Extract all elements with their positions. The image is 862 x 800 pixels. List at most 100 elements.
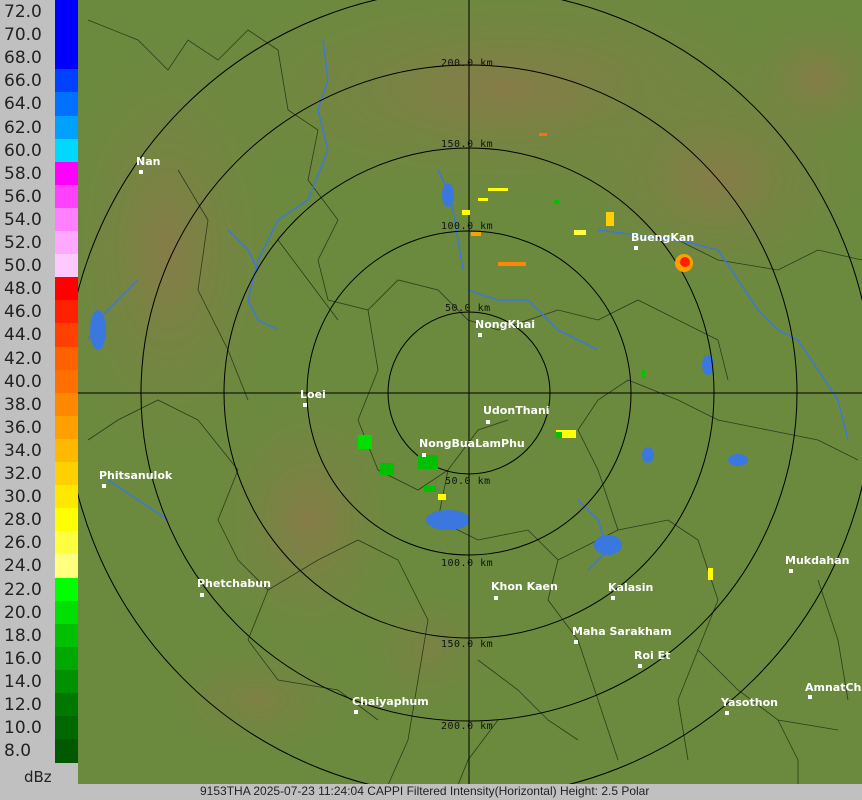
legend-label: 22.0 — [4, 579, 42, 600]
legend-label: 48.0 — [4, 279, 42, 300]
legend-label: 18.0 — [4, 625, 42, 646]
legend-swatch — [55, 92, 78, 116]
city-label: Phetchabun — [197, 577, 271, 590]
city-label: Phitsanulok — [99, 469, 173, 482]
ring-label-200-north: 200.0 km — [441, 58, 493, 69]
legend-swatch — [55, 323, 78, 347]
city-marker — [200, 593, 204, 597]
legend-swatch — [55, 623, 78, 648]
legend-label: 46.0 — [4, 302, 42, 323]
city-label: Roi Et — [634, 649, 670, 662]
legend-swatch — [55, 485, 78, 509]
city-marker — [139, 170, 143, 174]
ring-label-100-north: 100.0 km — [441, 221, 493, 232]
city-marker — [634, 246, 638, 250]
legend-label: 34.0 — [4, 440, 42, 461]
legend-unit: dBz — [24, 768, 52, 786]
legend-label: 50.0 — [4, 256, 42, 277]
city-label: Maha Sarakham — [572, 625, 672, 638]
ring-label-150-north: 150.0 km — [441, 139, 493, 150]
legend-swatch — [55, 392, 78, 417]
legend-label: 14.0 — [4, 671, 42, 692]
legend-label: 20.0 — [4, 602, 42, 623]
legend-swatch — [55, 23, 78, 47]
ring-label-50-south: 50.0 km — [445, 476, 491, 487]
city-label: Kalasin — [608, 581, 653, 594]
city-marker — [422, 453, 426, 457]
legend-swatch — [55, 462, 78, 486]
legend-label: 68.0 — [4, 48, 42, 69]
status-bar: 9153THA 2025-07-23 11:24:04 CAPPI Filter… — [78, 784, 862, 800]
legend-swatch — [55, 438, 78, 463]
city-label: Yasothon — [720, 696, 778, 709]
legend-label: 54.0 — [4, 209, 42, 230]
legend-swatch — [55, 508, 78, 532]
legend-label: 36.0 — [4, 417, 42, 438]
legend-label: 60.0 — [4, 140, 42, 161]
legend-label: 12.0 — [4, 695, 42, 715]
legend-label: 16.0 — [4, 648, 42, 669]
legend-label: 28.0 — [4, 510, 42, 531]
legend-label: 44.0 — [4, 325, 42, 346]
radar-map[interactable]: 50.0 km 100.0 km 150.0 km 200.0 km 50.0 … — [78, 0, 862, 785]
ring-label-100-south: 100.0 km — [441, 558, 493, 569]
legend-swatch — [55, 415, 78, 440]
city-marker — [789, 569, 793, 573]
city-label: Khon Kaen — [491, 580, 558, 593]
radar-map-svg: 50.0 km 100.0 km 150.0 km 200.0 km 50.0 … — [78, 0, 862, 785]
legend-swatch — [55, 554, 78, 578]
legend-swatch — [55, 300, 78, 324]
legend-swatch — [55, 115, 78, 140]
dbz-legend: 72.0 70.0 68.0 66.0 64.0 62.0 60.0 58.0 56.0 54.0… — [0, 0, 78, 800]
city-label: NongBuaLamPhu — [419, 437, 525, 450]
city-label: Nan — [136, 155, 160, 168]
legend-label: 40.0 — [4, 371, 42, 392]
city-label: AmnatCha — [805, 681, 862, 694]
status-text: 9153THA 2025-07-23 11:24:04 CAPPI Filter… — [200, 784, 650, 798]
legend-swatch — [55, 369, 78, 394]
legend-label: 8.0 — [4, 741, 32, 762]
legend-swatch — [55, 46, 78, 70]
legend-swatch — [55, 693, 78, 717]
legend-label: 42.0 — [4, 348, 42, 369]
legend-swatch — [55, 138, 78, 163]
legend-swatch — [55, 0, 78, 24]
legend-label: 70.0 — [4, 25, 42, 46]
legend-label: 10.0 — [4, 718, 42, 739]
legend-label: 30.0 — [4, 487, 42, 508]
city-label: NongKhai — [475, 318, 535, 331]
legend-swatch — [55, 716, 78, 740]
city-marker — [354, 710, 358, 714]
legend-label: 56.0 — [4, 186, 42, 207]
legend-swatch — [55, 531, 78, 555]
city-marker — [486, 420, 490, 424]
legend-swatch — [55, 346, 78, 371]
city-marker — [638, 664, 642, 668]
city-marker — [808, 695, 812, 699]
legend-swatch — [55, 739, 78, 763]
legend-label: 26.0 — [4, 533, 42, 554]
city-marker — [102, 484, 106, 488]
city-label: UdonThani — [483, 404, 550, 417]
legend-swatch — [55, 577, 78, 602]
legend-swatch — [55, 600, 78, 625]
legend-label: 38.0 — [4, 394, 42, 415]
legend-label: 52.0 — [4, 233, 42, 253]
city-label: Loei — [300, 388, 326, 401]
legend-swatch — [55, 646, 78, 671]
ring-label-200-south: 200.0 km — [441, 721, 493, 732]
ring-label-50-north: 50.0 km — [445, 303, 491, 314]
legend-label: 64.0 — [4, 94, 42, 115]
legend-swatch — [55, 184, 78, 209]
legend-label: 24.0 — [4, 556, 42, 577]
ring-label-150-south: 150.0 km — [441, 639, 493, 650]
legend-swatch — [55, 231, 78, 255]
legend-label: 62.0 — [4, 117, 42, 138]
legend-swatch — [55, 669, 78, 694]
city-label: BuengKan — [631, 231, 694, 244]
legend-swatch — [55, 277, 78, 301]
city-marker — [303, 403, 307, 407]
city-marker — [494, 596, 498, 600]
legend-label: 32.0 — [4, 464, 42, 484]
legend-swatch — [55, 207, 78, 232]
